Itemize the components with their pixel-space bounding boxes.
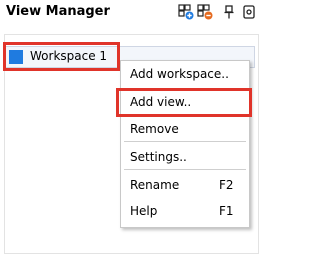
menu-item-remove[interactable]: Remove bbox=[130, 122, 179, 136]
add-view-icon[interactable] bbox=[178, 4, 194, 20]
settings-icon[interactable] bbox=[241, 4, 257, 20]
shortcut-help: F1 bbox=[219, 204, 234, 218]
shortcut-rename: F2 bbox=[219, 178, 234, 192]
menu-separator bbox=[124, 141, 246, 142]
menu-item-add-workspace[interactable]: Add workspace.. bbox=[130, 67, 229, 81]
menu-separator bbox=[124, 169, 246, 170]
remove-view-icon[interactable] bbox=[197, 4, 213, 20]
context-menu bbox=[120, 60, 250, 228]
pin-icon[interactable] bbox=[221, 4, 237, 20]
panel-title: View Manager bbox=[6, 4, 110, 19]
menu-item-help[interactable]: Help bbox=[130, 204, 157, 218]
menu-item-rename[interactable]: Rename bbox=[130, 178, 179, 192]
menu-item-settings[interactable]: Settings.. bbox=[130, 150, 187, 164]
panel-header: View Manager bbox=[0, 0, 263, 26]
highlight-add-view bbox=[116, 88, 252, 117]
highlight-workspace bbox=[3, 42, 120, 71]
